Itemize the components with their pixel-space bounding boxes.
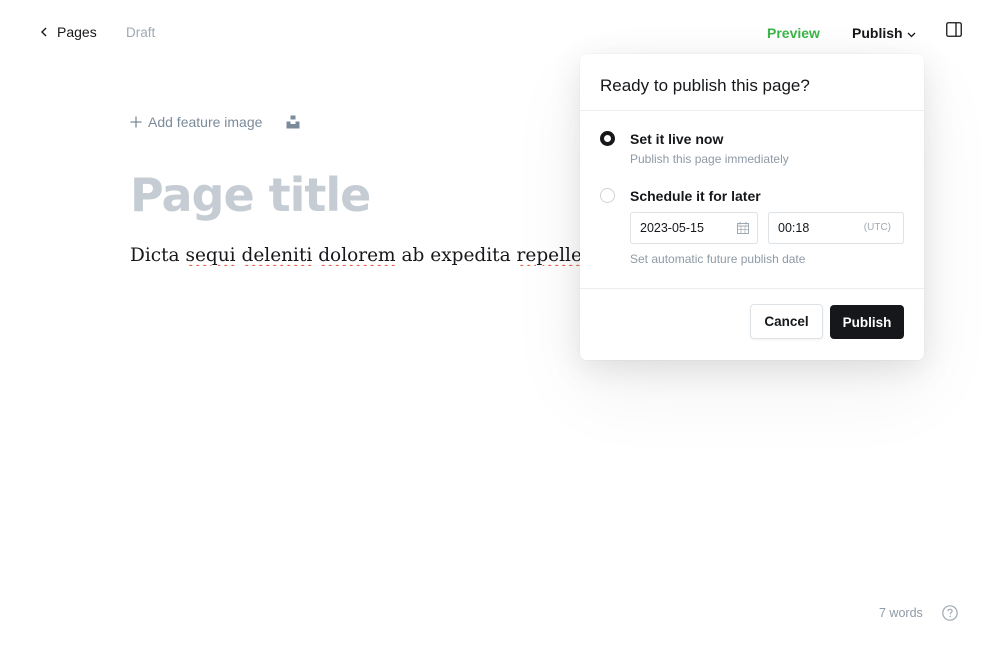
- word-count: 7 words: [879, 606, 923, 620]
- word: ab: [401, 245, 425, 266]
- schedule-date-field[interactable]: 2023-05-15: [630, 212, 758, 244]
- word: expedita: [430, 245, 511, 266]
- option-label-now[interactable]: Set it live now: [630, 131, 723, 147]
- editor-body[interactable]: Dicta sequi deleniti dolorem ab expedita…: [130, 245, 590, 266]
- misspelled-word: deleniti: [241, 245, 313, 266]
- chevron-down-icon: [907, 32, 916, 37]
- calendar-icon[interactable]: [737, 222, 749, 234]
- page-title-input[interactable]: Page title: [130, 168, 371, 222]
- help-icon[interactable]: [942, 605, 958, 621]
- unsplash-icon[interactable]: [286, 115, 300, 129]
- misspelled-word: dolorem: [318, 245, 396, 266]
- publish-menu-label: Publish: [852, 25, 903, 41]
- publish-popover: Ready to publish this page? Set it live …: [580, 54, 924, 360]
- word: Dicta: [130, 245, 180, 266]
- schedule-date-value: 2023-05-15: [640, 221, 704, 235]
- chevron-left-icon: [41, 27, 47, 37]
- post-status: Draft: [126, 25, 156, 40]
- add-feature-image-button[interactable]: Add feature image: [130, 114, 262, 130]
- option-hint-now: Publish this page immediately: [630, 152, 789, 166]
- plus-icon: [130, 116, 142, 128]
- back-label: Pages: [57, 24, 97, 40]
- option-label-later[interactable]: Schedule it for later: [630, 188, 761, 204]
- timezone-label: (UTC): [863, 222, 891, 233]
- sidebar-toggle-icon[interactable]: [946, 22, 962, 37]
- misspelled-word: repellendus.: [516, 245, 590, 266]
- schedule-time-value: 00:18: [778, 221, 810, 235]
- radio-schedule-later[interactable]: [600, 188, 615, 203]
- add-feature-image-label: Add feature image: [148, 114, 263, 130]
- cancel-button[interactable]: Cancel: [750, 304, 823, 339]
- publish-button[interactable]: Publish: [830, 305, 904, 339]
- preview-button[interactable]: Preview: [767, 25, 820, 41]
- back-to-pages-link[interactable]: Pages: [40, 24, 97, 40]
- schedule-time-field[interactable]: 00:18 (UTC): [768, 212, 904, 244]
- divider: [580, 110, 924, 111]
- publish-menu-button[interactable]: Publish: [852, 25, 916, 41]
- misspelled-word: sequi: [185, 245, 236, 266]
- popover-title: Ready to publish this page?: [600, 76, 810, 95]
- divider: [580, 288, 924, 289]
- radio-publish-now[interactable]: [600, 131, 615, 146]
- option-hint-later: Set automatic future publish date: [630, 252, 806, 266]
